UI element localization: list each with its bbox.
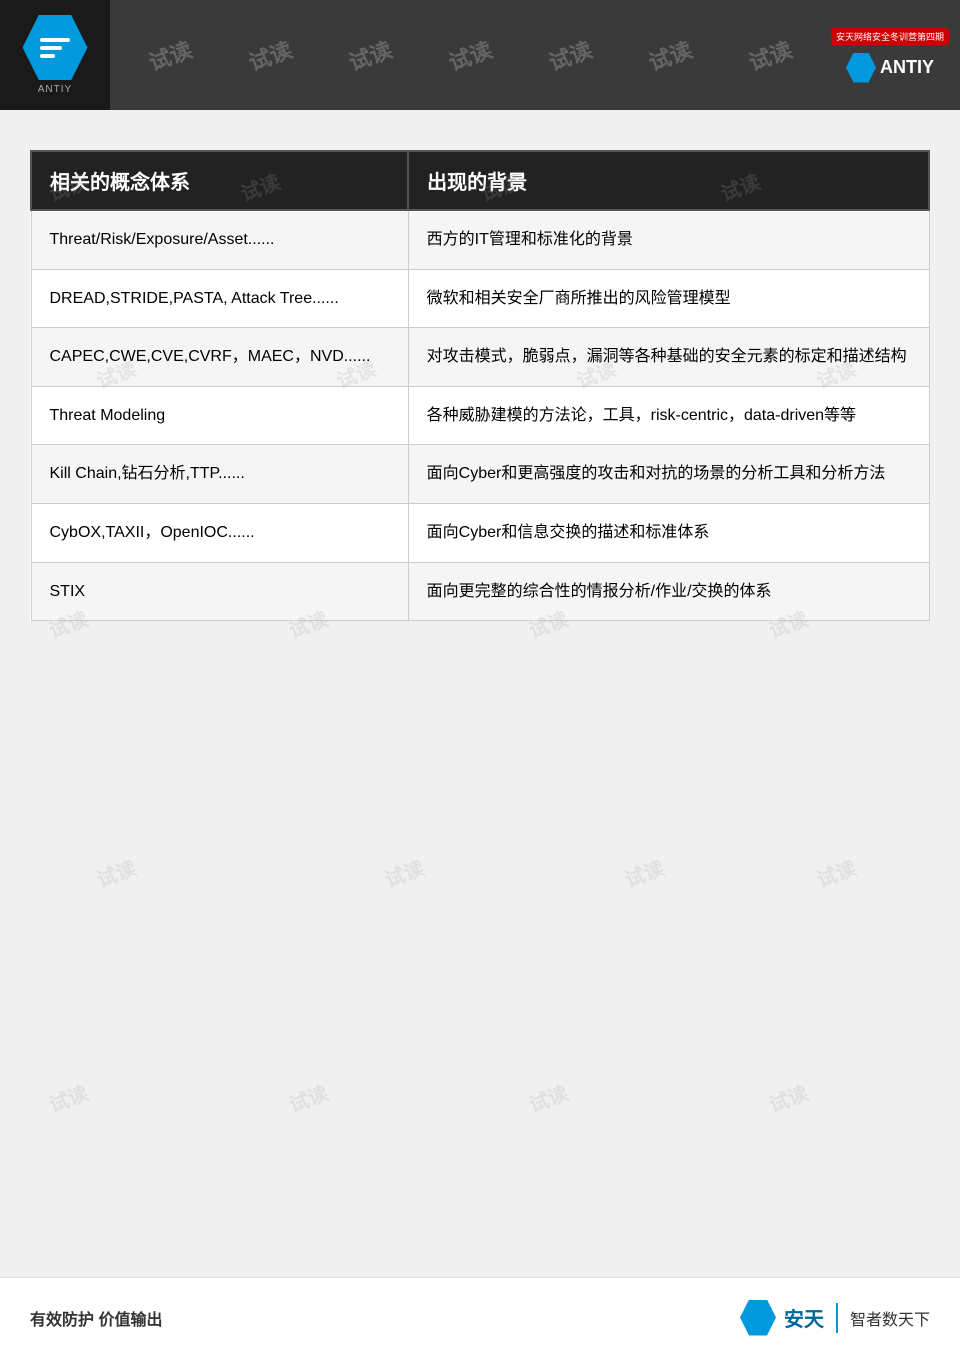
body-watermark-13: 试读	[380, 852, 428, 893]
table-cell-concept: CAPEC,CWE,CVE,CVRF，MAEC，NVD......	[31, 328, 408, 387]
table-cell-background: 各种威胁建模的方法论，工具，risk-centric，data-driven等等	[408, 386, 929, 445]
table-cell-concept: STIX	[31, 562, 408, 621]
body-watermark-17: 试读	[284, 1077, 332, 1118]
table-row: DREAD,STRIDE,PASTA, Attack Tree......微软和…	[31, 269, 929, 328]
logo-text: ANTIY	[38, 84, 72, 95]
body-watermark-15: 试读	[812, 852, 860, 893]
table-cell-background: 西方的IT管理和标准化的背景	[408, 210, 929, 269]
logo-line-1	[40, 38, 70, 42]
footer-right: 安天 智者数天下	[740, 1300, 930, 1336]
table-row: Threat/Risk/Exposure/Asset......西方的IT管理和…	[31, 210, 929, 269]
top-right-badge: 安天网络安全冬训营第四期	[831, 28, 949, 45]
table-cell-background: 微软和相关安全厂商所推出的风险管理模型	[408, 269, 929, 328]
body-watermark-12: 试读	[92, 852, 140, 893]
header-wm-7: 试读	[744, 32, 796, 77]
body-watermark-14: 试读	[620, 852, 668, 893]
footer-sub-brand: 智者数天下	[850, 1306, 930, 1330]
footer-slogan: 有效防护 价值输出	[30, 1306, 162, 1330]
table-cell-concept: Threat/Risk/Exposure/Asset......	[31, 210, 408, 269]
header-right-logo-img: ANTIY	[846, 53, 934, 83]
table-row: STIX面向更完整的综合性的情报分析/作业/交换的体系	[31, 562, 929, 621]
header-watermarks: 试读 试读 试读 试读 试读 试读 试读	[110, 39, 830, 71]
table-cell-background: 面向更完整的综合性的情报分析/作业/交换的体系	[408, 562, 929, 621]
table-row: Kill Chain,钻石分析,TTP......面向Cyber和更高强度的攻击…	[31, 445, 929, 504]
table-row: CybOX,TAXII，OpenIOC......面向Cyber和信息交换的描述…	[31, 503, 929, 562]
table-cell-concept: DREAD,STRIDE,PASTA, Attack Tree......	[31, 269, 408, 328]
logo-line-2	[40, 46, 62, 50]
antiy-icon	[846, 53, 876, 83]
table-cell-background: 面向Cyber和更高强度的攻击和对抗的场景的分析工具和分析方法	[408, 445, 929, 504]
table-cell-background: 面向Cyber和信息交换的描述和标准体系	[408, 503, 929, 562]
body-watermark-16: 试读	[44, 1077, 92, 1118]
header: ANTIY 试读 试读 试读 试读 试读 试读 试读 安天网络安全冬训营第四期 …	[0, 0, 960, 110]
table-cell-background: 对攻击模式，脆弱点，漏洞等各种基础的安全元素的标定和描述结构	[408, 328, 929, 387]
header-wm-4: 试读	[444, 32, 496, 77]
antiy-brand-text: ANTIY	[880, 57, 934, 78]
col1-header: 相关的概念体系	[31, 151, 408, 210]
header-wm-3: 试读	[344, 32, 396, 77]
logo-hexagon	[23, 15, 88, 80]
header-right-logo: 安天网络安全冬训营第四期 ANTIY	[830, 15, 950, 95]
logo-line-3	[40, 54, 55, 58]
footer: 有效防护 价值输出 安天 智者数天下	[0, 1277, 960, 1357]
header-wm-6: 试读	[644, 32, 696, 77]
table-row: Threat Modeling各种威胁建模的方法论，工具，risk-centri…	[31, 386, 929, 445]
col2-header: 出现的背景	[408, 151, 929, 210]
footer-logo-icon	[740, 1300, 776, 1336]
header-wm-2: 试读	[244, 32, 296, 77]
logo-block: ANTIY	[0, 0, 110, 110]
footer-divider	[836, 1303, 838, 1333]
footer-brand: 安天	[784, 1303, 824, 1332]
body-watermark-19: 试读	[764, 1077, 812, 1118]
concept-table: 相关的概念体系 出现的背景 Threat/Risk/Exposure/Asset…	[30, 150, 930, 621]
table-cell-concept: CybOX,TAXII，OpenIOC......	[31, 503, 408, 562]
table-cell-concept: Kill Chain,钻石分析,TTP......	[31, 445, 408, 504]
main-content: 相关的概念体系 出现的背景 Threat/Risk/Exposure/Asset…	[0, 110, 960, 691]
body-watermark-18: 试读	[524, 1077, 572, 1118]
header-wm-5: 试读	[544, 32, 596, 77]
table-cell-concept: Threat Modeling	[31, 386, 408, 445]
header-wm-1: 试读	[144, 32, 196, 77]
table-row: CAPEC,CWE,CVE,CVRF，MAEC，NVD......对攻击模式，脆…	[31, 328, 929, 387]
logo-lines	[40, 38, 70, 58]
